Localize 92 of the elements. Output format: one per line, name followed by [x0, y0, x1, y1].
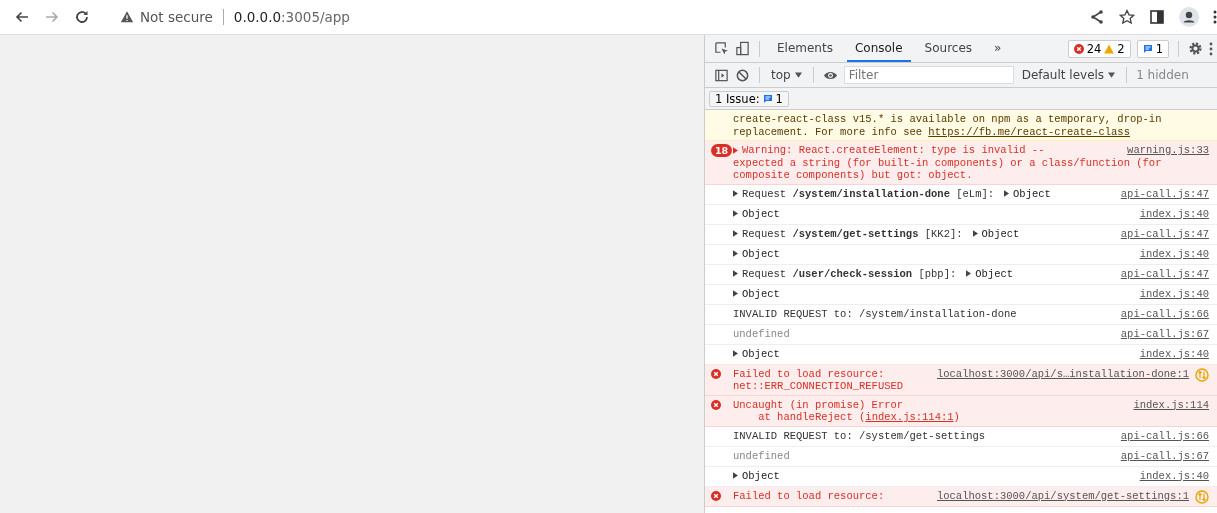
object-label[interactable]: Object	[742, 287, 780, 300]
source-link[interactable]: api-call.js:66	[1120, 307, 1209, 320]
message-text: at handleReject (index.js:114:1)	[757, 411, 960, 424]
info-count: 1	[1155, 41, 1163, 56]
message-text: Request /system/installation-done [eLm]:	[742, 187, 995, 200]
error-count: 24	[1086, 41, 1102, 56]
object-label[interactable]: Object	[742, 347, 780, 360]
message-text: create-react-class v15.* is available on npm as a temporary, drop-in	[733, 113, 1162, 126]
message-text: INVALID REQUEST to: /system/get-settings	[733, 429, 986, 442]
message-text: net::ERR_CONNECTION_REFUSED	[733, 380, 904, 393]
avatar-icon[interactable]	[1179, 7, 1199, 27]
object-label[interactable]: Object	[981, 227, 1020, 240]
more-tabs-button[interactable]: »	[986, 35, 1010, 62]
expand-icon[interactable]	[733, 472, 738, 480]
settings-icon[interactable]	[1188, 41, 1203, 56]
expand-icon[interactable]	[733, 290, 738, 298]
more-icon[interactable]	[1209, 40, 1213, 57]
source-link[interactable]: index.js:40	[1139, 347, 1209, 360]
filter-field[interactable]: Filter	[843, 66, 1014, 84]
object-label[interactable]: Object	[975, 267, 1014, 280]
message-text: Failed to load resource:	[733, 367, 885, 380]
error-icon	[711, 490, 721, 501]
source-link[interactable]: api-call.js:47	[1120, 227, 1209, 240]
link[interactable]: index.js:114:1	[865, 411, 954, 423]
message-icon	[1142, 43, 1153, 54]
message-text: undefined	[733, 449, 790, 462]
message-text: expected a string (for built-in components) or a class/function (for	[733, 156, 1162, 169]
error-icon	[1073, 43, 1084, 54]
issues-button[interactable]: 1 Issue: 1	[709, 90, 789, 107]
address-field[interactable]: 0.0.0.0:3005/app	[233, 9, 350, 25]
more-icon[interactable]	[1213, 9, 1217, 25]
expand-icon[interactable]	[733, 350, 738, 358]
source-link[interactable]: index.js:40	[1139, 207, 1209, 220]
side-panel-icon[interactable]	[1149, 9, 1165, 25]
source-link[interactable]: localhost:3000/api/system/get-settings:1	[936, 489, 1189, 502]
inspect-icon[interactable]	[714, 41, 729, 56]
caret-icon	[794, 72, 802, 78]
source-link[interactable]: index.js:114	[1133, 398, 1209, 411]
devtools-tab[interactable]: Elements	[769, 35, 841, 62]
message-text: Request /user/check-session [pbp]:	[742, 267, 957, 280]
source-link[interactable]: index.js:40	[1139, 287, 1209, 300]
message-text: Request /system/get-settings [KK2]:	[742, 227, 963, 240]
expand-icon[interactable]	[733, 250, 738, 258]
source-link[interactable]: api-call.js:66	[1120, 429, 1209, 442]
info-counter[interactable]: 1	[1136, 39, 1169, 58]
object-label[interactable]: Object	[742, 247, 780, 260]
share-icon[interactable]	[1089, 9, 1105, 25]
source-link[interactable]: index.js:40	[1139, 247, 1209, 260]
context-dropdown[interactable]: top	[769, 68, 804, 82]
message-text: INVALID REQUEST to: /system/installation-done	[733, 307, 1017, 320]
clear-icon[interactable]	[735, 67, 750, 83]
source-link[interactable]: api-call.js:47	[1120, 187, 1209, 200]
device-icon[interactable]	[735, 41, 750, 56]
star-icon[interactable]	[1119, 9, 1135, 25]
expand-icon[interactable]	[966, 270, 972, 278]
sidebar-icon[interactable]	[714, 67, 729, 83]
error-icon	[711, 368, 721, 379]
link[interactable]: https://fb.me/react-create-class	[928, 125, 1130, 138]
expand-icon[interactable]	[733, 210, 738, 218]
source-link[interactable]: api-call.js:47	[1120, 267, 1209, 280]
message-text: undefined	[733, 327, 790, 340]
message-text: Failed to load resource:	[733, 489, 885, 502]
source-link[interactable]: api-call.js:67	[1120, 449, 1209, 462]
devtools-tab[interactable]: Sources	[916, 35, 981, 62]
back-icon[interactable]	[14, 9, 30, 25]
message-text: Uncaught (in promise) Error	[733, 398, 904, 411]
error-warning-counter[interactable]: 24 2	[1067, 39, 1131, 58]
message-text: replacement. For more info see https://fb.me/react-create-class	[733, 125, 1130, 138]
source-link[interactable]: api-call.js:67	[1120, 327, 1209, 340]
source-link[interactable]: index.js:40	[1139, 469, 1209, 482]
object-label[interactable]: Object	[742, 469, 780, 482]
error-icon	[711, 399, 721, 410]
levels-dropdown[interactable]: Default levels	[1019, 68, 1118, 82]
message-text: composite components) but got: object.	[733, 169, 973, 182]
warning-icon	[120, 10, 134, 24]
expand-icon[interactable]	[733, 230, 738, 238]
message-text: Warning: React.createElement: type is invalid --	[742, 144, 1045, 157]
expand-icon[interactable]	[733, 270, 738, 278]
caret-icon	[1108, 72, 1116, 78]
source-link[interactable]: localhost:3000/api/s…installation-done:1	[936, 367, 1189, 380]
security-label[interactable]: Not secure	[140, 9, 213, 25]
reload-icon[interactable]	[74, 9, 90, 25]
hidden-count: 1 hidden	[1136, 68, 1189, 82]
expand-icon[interactable]	[733, 190, 738, 198]
object-label[interactable]: Object	[1013, 187, 1051, 200]
warning-icon	[1104, 43, 1115, 54]
message-icon	[762, 93, 773, 104]
object-label[interactable]: Object	[742, 207, 780, 220]
expand-icon[interactable]	[1004, 190, 1010, 198]
warning-count: 2	[1117, 41, 1125, 56]
source-link[interactable]: warning.js:33	[1127, 144, 1209, 157]
expand-icon[interactable]	[972, 230, 978, 238]
